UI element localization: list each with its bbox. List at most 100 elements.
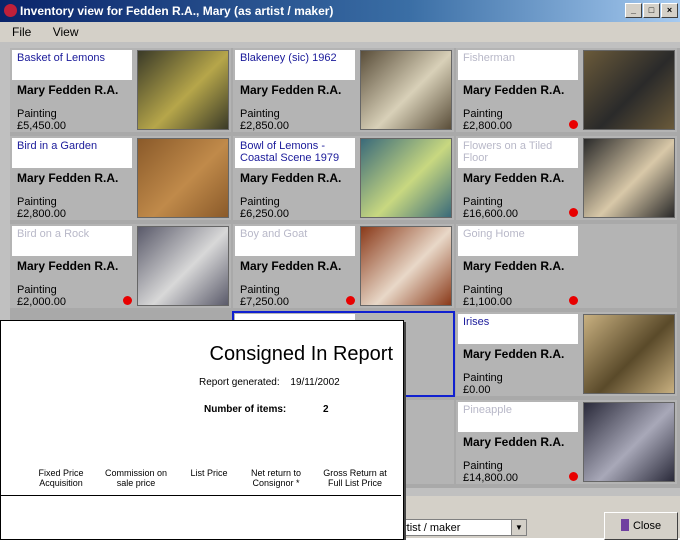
tile-type: Painting bbox=[463, 372, 503, 384]
app-icon bbox=[4, 4, 17, 17]
tile-artist: Mary Fedden R.A. bbox=[240, 83, 342, 97]
inventory-tile[interactable]: Pineapple Mary Fedden R.A. Painting £14,800… bbox=[456, 400, 677, 484]
artwork-thumbnail[interactable] bbox=[137, 226, 229, 306]
tile-type: Painting bbox=[463, 108, 503, 120]
menu-file[interactable]: File bbox=[12, 25, 31, 39]
artwork-thumbnail[interactable] bbox=[137, 50, 229, 130]
inventory-tile[interactable]: Going Home Mary Fedden R.A. Painting £1,100… bbox=[456, 224, 677, 308]
tile-artist: Mary Fedden R.A. bbox=[463, 83, 565, 97]
tile-artist: Mary Fedden R.A. bbox=[17, 171, 119, 185]
artwork-thumbnail[interactable] bbox=[583, 402, 675, 482]
inventory-tile[interactable]: Flowers on a Tiled Floor Mary Fedden R.A.… bbox=[456, 136, 677, 220]
menu-view[interactable]: View bbox=[53, 25, 79, 39]
tile-type: Painting bbox=[240, 284, 280, 296]
window-controls: _ □ × bbox=[624, 3, 678, 18]
role-select[interactable]: rtist / maker ▼ bbox=[400, 519, 527, 536]
role-select-value: rtist / maker bbox=[403, 522, 461, 534]
tile-price: £6,250.00 bbox=[240, 208, 289, 220]
artwork-thumbnail[interactable] bbox=[137, 138, 229, 218]
tile-artist: Mary Fedden R.A. bbox=[463, 171, 565, 185]
status-dot-icon bbox=[569, 120, 578, 129]
status-dot-icon bbox=[346, 296, 355, 305]
report-generated: Report generated: 19/11/2002 bbox=[199, 377, 340, 388]
report-col-net-return: Net return to Consignor * bbox=[250, 468, 302, 488]
tile-artist: Mary Fedden R.A. bbox=[463, 347, 565, 361]
maximize-button[interactable]: □ bbox=[643, 3, 660, 18]
artwork-thumbnail[interactable] bbox=[583, 138, 675, 218]
tile-artist: Mary Fedden R.A. bbox=[17, 259, 119, 273]
tile-artist: Mary Fedden R.A. bbox=[463, 259, 565, 273]
report-generated-label: Report generated: bbox=[199, 377, 280, 388]
chevron-down-icon[interactable]: ▼ bbox=[511, 520, 526, 535]
report-generated-value: 19/11/2002 bbox=[290, 377, 340, 388]
tile-title: Going Home bbox=[458, 226, 578, 256]
close-button[interactable]: Close bbox=[604, 512, 678, 540]
tile-price: £7,250.00 bbox=[240, 296, 289, 308]
tile-type: Painting bbox=[463, 196, 503, 208]
close-window-button[interactable]: × bbox=[661, 3, 678, 18]
tile-artist: Mary Fedden R.A. bbox=[463, 435, 565, 449]
tile-price: £2,000.00 bbox=[17, 296, 66, 308]
tile-title: Bowl of Lemons - Coastal Scene 1979 bbox=[235, 138, 355, 168]
report-col-gross-return: Gross Return at Full List Price bbox=[323, 468, 387, 488]
tile-title: Basket of Lemons bbox=[12, 50, 132, 80]
status-dot-icon bbox=[569, 296, 578, 305]
app-window: Inventory view for Fedden R.A., Mary (as… bbox=[0, 0, 680, 540]
tile-type: Painting bbox=[240, 108, 280, 120]
tile-title: Fisherman bbox=[458, 50, 578, 80]
report-col-fixed-price: Fixed Price Acquisition bbox=[38, 468, 84, 488]
tile-title: Pineapple bbox=[458, 402, 578, 432]
status-dot-icon bbox=[569, 472, 578, 481]
tile-price: £2,850.00 bbox=[240, 120, 289, 132]
tile-type: Painting bbox=[240, 196, 280, 208]
tile-title: Bird on a Rock bbox=[12, 226, 132, 256]
tile-type: Painting bbox=[17, 196, 57, 208]
report-col-commission: Commission on sale price bbox=[104, 468, 168, 488]
tile-price: £1,100.00 bbox=[463, 296, 512, 308]
inventory-tile[interactable]: Blakeney (sic) 1962 Mary Fedden R.A. Paint… bbox=[233, 48, 454, 132]
door-icon bbox=[620, 519, 629, 531]
title-bar: Inventory view for Fedden R.A., Mary (as… bbox=[0, 0, 680, 22]
report-divider bbox=[1, 495, 401, 496]
inventory-tile[interactable]: Boy and Goat Mary Fedden R.A. Painting £7,2… bbox=[233, 224, 454, 308]
inventory-tile[interactable]: Bird in a Garden Mary Fedden R.A. Painting… bbox=[10, 136, 231, 220]
artwork-thumbnail[interactable] bbox=[583, 314, 675, 394]
report-items-label: Number of items: bbox=[204, 404, 287, 415]
tile-artist: Mary Fedden R.A. bbox=[240, 171, 342, 185]
close-button-label: Close bbox=[632, 520, 662, 532]
tile-price: £0.00 bbox=[463, 384, 491, 396]
status-dot-icon bbox=[569, 208, 578, 217]
tile-title: Flowers on a Tiled Floor bbox=[458, 138, 578, 168]
tile-type: Painting bbox=[17, 284, 57, 296]
report-items-value: 2 bbox=[323, 404, 329, 415]
artwork-thumbnail[interactable] bbox=[583, 50, 675, 130]
inventory-tile[interactable]: Basket of Lemons Mary Fedden R.A. Painting… bbox=[10, 48, 231, 132]
tile-price: £2,800.00 bbox=[17, 208, 66, 220]
artwork-thumbnail[interactable] bbox=[360, 50, 452, 130]
menu-bar: File View bbox=[0, 22, 680, 42]
inventory-tile[interactable]: Irises Mary Fedden R.A. Painting £0.00 bbox=[456, 312, 677, 396]
tile-price: £14,800.00 bbox=[463, 472, 519, 484]
tile-title: Blakeney (sic) 1962 bbox=[235, 50, 355, 80]
tile-price: £5,450.00 bbox=[17, 120, 66, 132]
tile-title: Irises bbox=[458, 314, 578, 344]
tile-type: Painting bbox=[463, 460, 503, 472]
tile-price: £16,600.00 bbox=[463, 208, 519, 220]
tile-title: Boy and Goat bbox=[235, 226, 355, 256]
inventory-tile[interactable]: Fisherman Mary Fedden R.A. Painting £2,800.… bbox=[456, 48, 677, 132]
tile-type: Painting bbox=[463, 284, 503, 296]
artwork-thumbnail[interactable] bbox=[360, 138, 452, 218]
report-title: Consigned In Report bbox=[209, 343, 393, 365]
report-items: Number of items: 2 bbox=[204, 404, 329, 415]
window-title: Inventory view for Fedden R.A., Mary (as… bbox=[20, 4, 334, 18]
minimize-button[interactable]: _ bbox=[625, 3, 642, 18]
tile-artist: Mary Fedden R.A. bbox=[240, 259, 342, 273]
inventory-tile[interactable]: Bowl of Lemons - Coastal Scene 1979 Mary … bbox=[233, 136, 454, 220]
tile-price: £2,800.00 bbox=[463, 120, 512, 132]
report-window: Consigned In Report Report generated: 19… bbox=[0, 320, 404, 540]
report-col-list-price: List Price bbox=[190, 468, 228, 478]
tile-type: Painting bbox=[17, 108, 57, 120]
artwork-thumbnail[interactable] bbox=[360, 226, 452, 306]
inventory-tile[interactable]: Bird on a Rock Mary Fedden R.A. Painting £2… bbox=[10, 224, 231, 308]
status-dot-icon bbox=[123, 296, 132, 305]
